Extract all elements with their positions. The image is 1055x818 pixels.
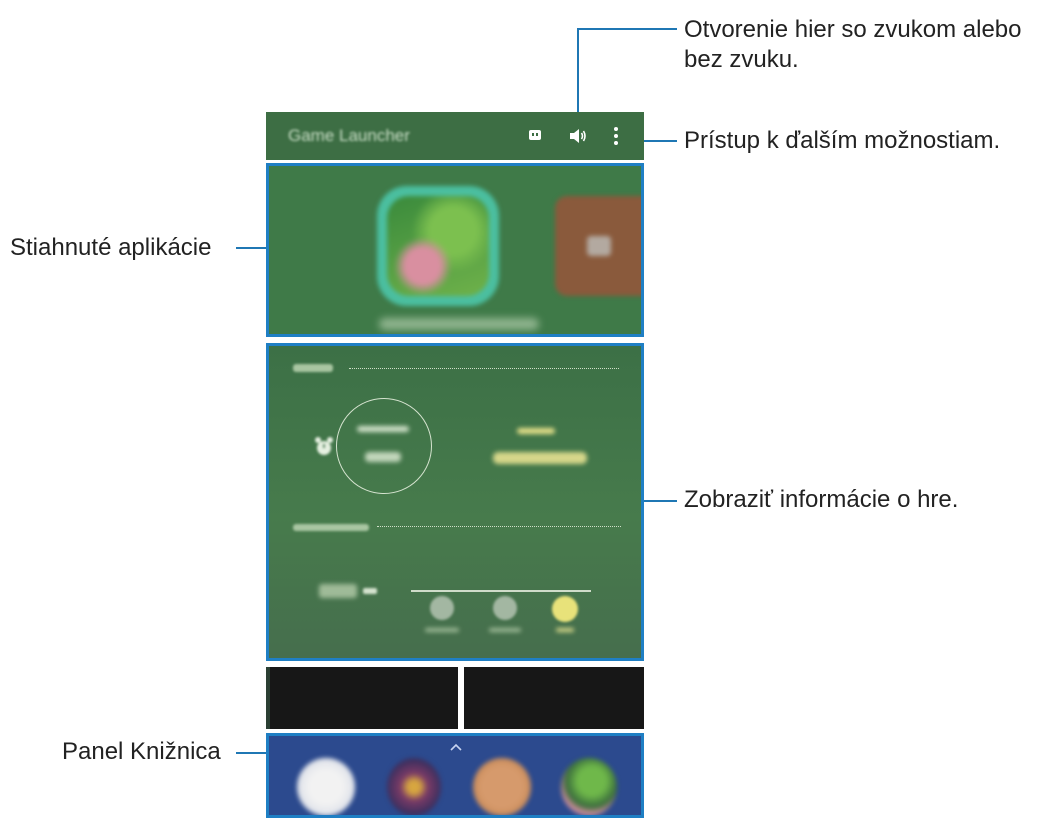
day-label-today	[556, 628, 574, 632]
game-info-panel	[266, 343, 644, 661]
callout-line-downloaded-apps	[236, 247, 266, 249]
play-time-divider	[349, 368, 619, 369]
downloaded-apps-panel[interactable]	[266, 163, 644, 337]
library-app-icon-1[interactable]	[297, 758, 355, 815]
callout-line-library-panel	[236, 752, 266, 754]
dark-tile-left-edge	[266, 667, 270, 729]
chevron-up-icon[interactable]	[449, 738, 463, 751]
callout-game-info: Zobraziť informácie o hre.	[684, 486, 959, 513]
library-app-icon-4[interactable]	[561, 758, 617, 815]
total-play-time-value	[365, 452, 401, 462]
dark-tile-right[interactable]	[464, 667, 644, 729]
library-panel[interactable]	[266, 733, 644, 818]
last-played-value	[493, 452, 587, 464]
day-bubble-yesterday	[493, 596, 517, 620]
callout-line-sound-horizontal	[577, 28, 677, 30]
daily-play-time-heading	[293, 524, 369, 531]
total-play-time-label	[357, 426, 409, 432]
app-bar: Game Launcher	[266, 112, 644, 160]
alarm-icon	[313, 436, 335, 458]
daily-play-time-divider	[377, 526, 621, 527]
last-played-label	[517, 428, 555, 434]
sound-icon[interactable]	[568, 127, 588, 145]
callout-sound-line2: bez zvuku.	[684, 46, 799, 73]
average-value	[363, 588, 377, 594]
library-app-icon-3[interactable]	[473, 758, 531, 815]
more-options-icon[interactable]	[612, 126, 620, 146]
callout-downloaded-apps: Stiahnuté aplikácie	[10, 234, 212, 261]
day-bubble-today	[552, 596, 578, 622]
day-label-yesterday	[489, 628, 521, 632]
day-label-2days-ago	[425, 628, 459, 632]
dark-tile-left[interactable]	[266, 667, 458, 729]
daily-baseline	[411, 590, 591, 592]
app-icon-partial[interactable]	[555, 196, 641, 296]
callout-line-game-info	[644, 500, 677, 502]
callout-sound-line1: Otvorenie hier so zvukom alebo	[684, 16, 1022, 43]
capture-icon[interactable]	[528, 128, 542, 142]
library-app-icon-2[interactable]	[387, 758, 441, 815]
callout-more-options: Prístup k ďalším možnostiam.	[684, 127, 1001, 154]
play-time-heading	[293, 364, 333, 372]
app-label-bar	[379, 318, 539, 330]
app-icon-large[interactable]	[377, 186, 499, 306]
app-title: Game Launcher	[288, 126, 410, 145]
average-label	[319, 584, 357, 598]
total-play-time-ring	[336, 398, 432, 494]
day-bubble-2days-ago	[430, 596, 454, 620]
callout-library-panel: Panel Knižnica	[62, 738, 221, 765]
